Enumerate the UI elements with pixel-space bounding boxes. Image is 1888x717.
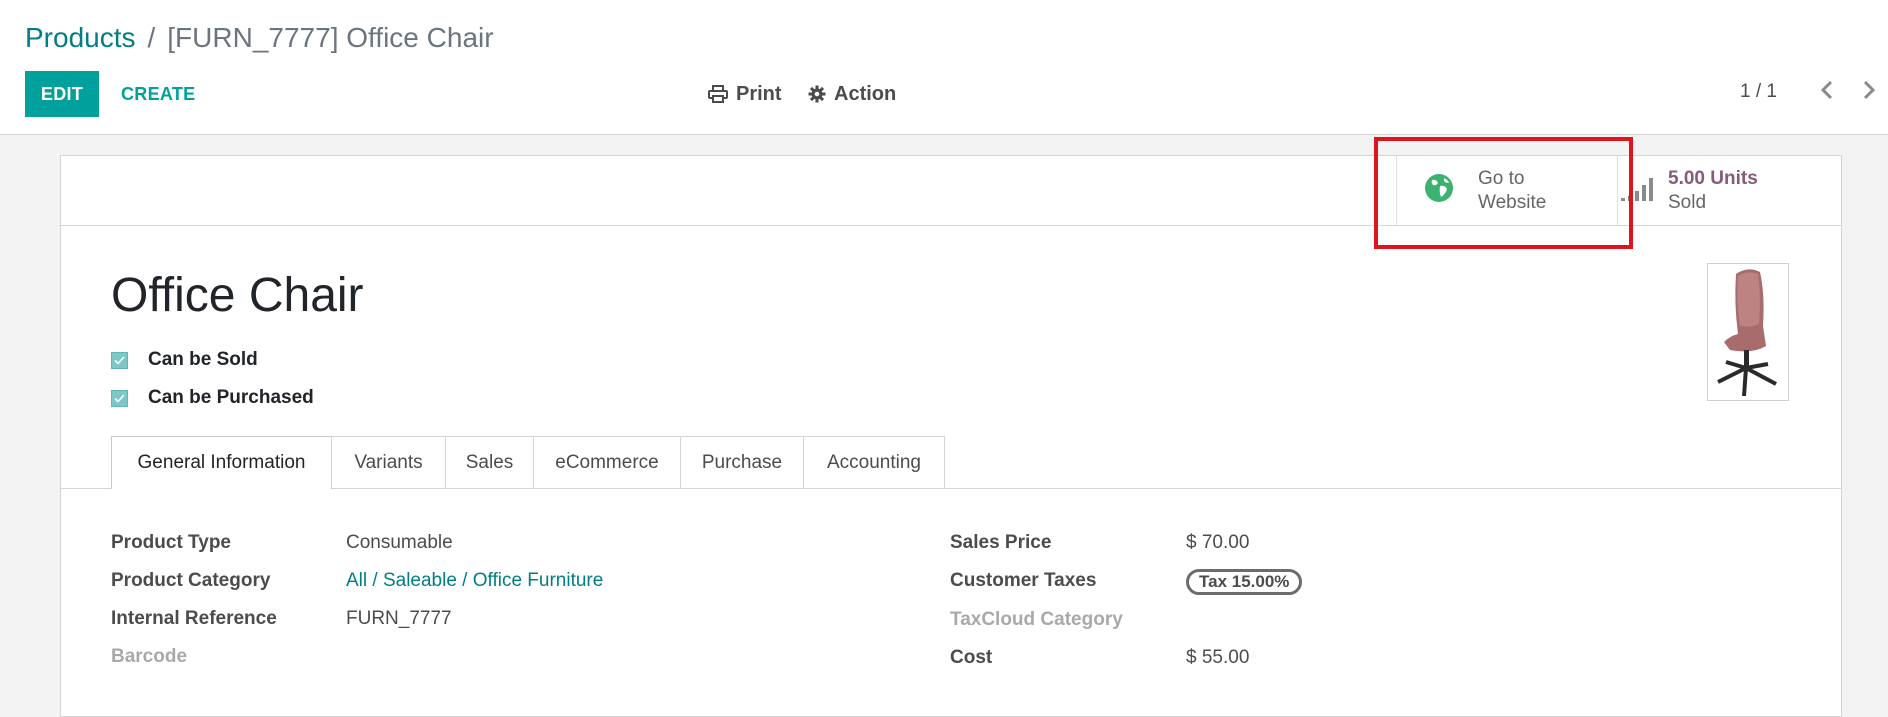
gear-icon <box>808 85 826 103</box>
can-be-sold-row: Can be Sold <box>111 349 258 371</box>
tab-sales[interactable]: Sales <box>445 436 534 488</box>
pager-value[interactable]: 1 / 1 <box>1740 81 1777 103</box>
units-sold-button[interactable]: 5.00 Units Sold <box>1617 156 1841 225</box>
can-be-sold-label: Can be Sold <box>148 349 258 370</box>
tax-badge[interactable]: Tax 15.00% <box>1186 569 1303 595</box>
office-chair-image <box>1717 269 1777 397</box>
check-icon <box>114 355 125 365</box>
tab-purchase[interactable]: Purchase <box>680 436 804 488</box>
customer-taxes-label: Customer Taxes <box>950 570 1097 591</box>
tab-accounting[interactable]: Accounting <box>803 436 945 488</box>
can-be-sold-checkbox[interactable] <box>111 351 128 369</box>
product-category-label: Product Category <box>111 570 271 591</box>
barcode-label: Barcode <box>111 646 188 667</box>
sales-price-label: Sales Price <box>950 532 1052 553</box>
pager-previous-button[interactable] <box>1820 80 1834 105</box>
action-menu-button[interactable]: Action <box>808 71 896 117</box>
tab-general-information[interactable]: General Information <box>111 436 332 489</box>
cost-value[interactable]: $ 55.00 <box>1186 647 1249 669</box>
notebook-tabs: General Information Variants Sales eComm… <box>61 436 1841 489</box>
action-label: Action <box>834 82 897 105</box>
print-menu-button[interactable]: Print <box>708 71 782 117</box>
pager-next-button[interactable] <box>1862 80 1876 105</box>
breadcrumb-separator: / <box>147 22 156 53</box>
breadcrumb: Products / [FURN_7777] Office Chair <box>25 18 494 58</box>
check-icon <box>114 393 125 403</box>
chevron-right-icon <box>1862 80 1876 104</box>
can-be-purchased-row: Can be Purchased <box>111 387 314 409</box>
can-be-purchased-label: Can be Purchased <box>148 387 314 408</box>
print-icon <box>708 85 728 103</box>
product-type-label: Product Type <box>111 532 231 553</box>
edit-button[interactable]: EDIT <box>25 71 99 117</box>
control-panel: Products / [FURN_7777] Office Chair EDIT C… <box>0 0 1888 135</box>
units-sold-text: 5.00 Units Sold <box>1668 167 1758 215</box>
units-sold-label: Sold <box>1668 191 1707 213</box>
chevron-left-icon <box>1820 80 1834 104</box>
taxcloud-category-label: TaxCloud Category <box>950 609 1123 630</box>
create-button[interactable]: CREATE <box>121 71 195 117</box>
can-be-purchased-checkbox[interactable] <box>111 389 128 407</box>
print-label: Print <box>736 82 782 105</box>
tab-variants[interactable]: Variants <box>331 436 446 488</box>
sales-price-value[interactable]: $ 70.00 <box>1186 532 1249 554</box>
internal-reference-value[interactable]: FURN_7777 <box>346 608 452 630</box>
internal-reference-label: Internal Reference <box>111 608 277 629</box>
product-type-value[interactable]: Consumable <box>346 532 453 554</box>
units-sold-value: 5.00 Units <box>1668 167 1758 189</box>
product-image[interactable] <box>1707 263 1789 401</box>
highlight-box <box>1374 137 1633 249</box>
breadcrumb-products-link[interactable]: Products <box>25 22 136 53</box>
tab-ecommerce[interactable]: eCommerce <box>533 436 681 488</box>
breadcrumb-current: [FURN_7777] Office Chair <box>167 22 494 53</box>
product-category-link[interactable]: All / Saleable / Office Furniture <box>346 570 603 592</box>
product-name[interactable]: Office Chair <box>111 268 364 324</box>
cost-label: Cost <box>950 647 993 668</box>
